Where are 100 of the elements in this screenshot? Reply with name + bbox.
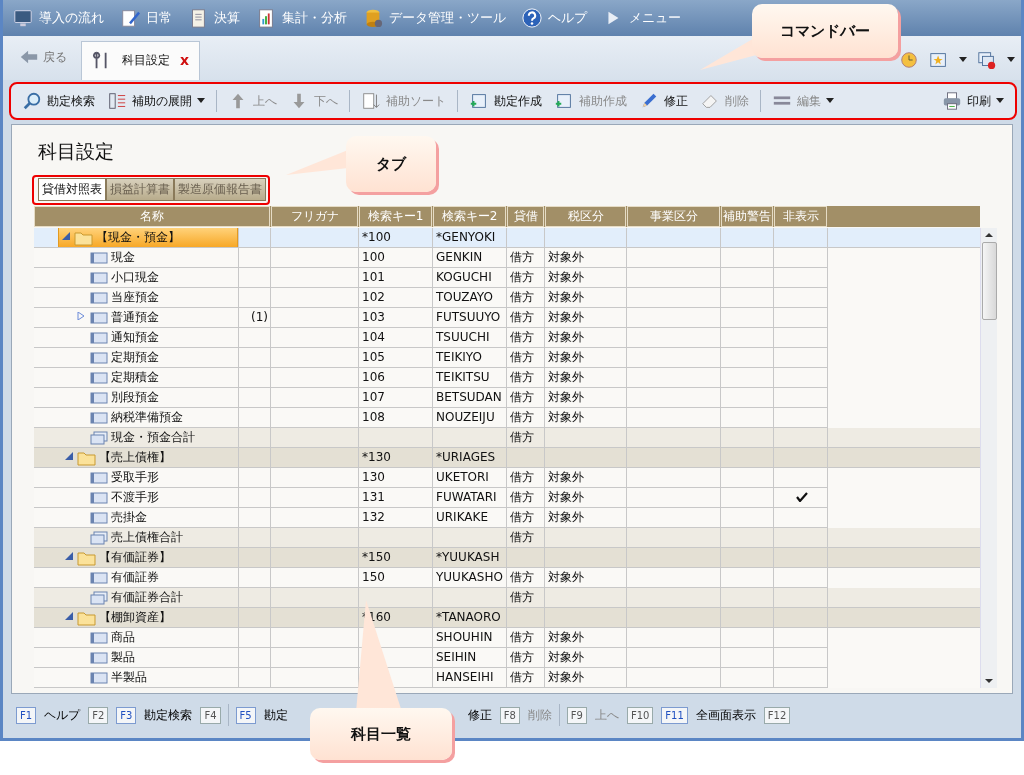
name-label[interactable]: 【棚卸資産】	[63, 608, 171, 627]
name-label[interactable]: 商品	[75, 628, 135, 647]
table-cell: TSUUCHI	[433, 328, 507, 348]
account-name: 通知預金	[111, 329, 159, 346]
sheet-tab[interactable]: 製造原価報告書	[174, 178, 266, 201]
table-cell: 150	[359, 568, 433, 588]
name-label[interactable]: 小口現金	[75, 268, 159, 287]
account-icon	[89, 650, 109, 665]
toolbar-button[interactable]: 勘定検索	[17, 89, 100, 113]
expanded-triangle-icon[interactable]	[65, 552, 73, 560]
table-cell	[721, 668, 774, 688]
account-name: 【棚卸資産】	[99, 609, 171, 626]
name-label[interactable]: 売上債権合計	[75, 528, 183, 547]
selected-row-highlight[interactable]: 【現金・預金】	[58, 228, 238, 247]
table-cell	[774, 428, 828, 448]
sheet-tab[interactable]: 損益計算書	[106, 178, 174, 201]
caret-icon[interactable]	[1007, 57, 1015, 63]
table-cell: 対象外	[545, 648, 627, 668]
table-cell: *130	[359, 448, 433, 468]
table-cell: 借方	[507, 308, 545, 328]
collapsed-triangle-icon[interactable]	[77, 312, 85, 320]
account-name: 有価証券	[111, 569, 159, 586]
name-label[interactable]: 製品	[75, 648, 135, 667]
callout-pointer	[284, 150, 348, 176]
printer-icon	[942, 91, 962, 111]
function-key[interactable]: F1 ヘルプ	[15, 706, 82, 724]
name-label[interactable]: 現金	[75, 248, 135, 267]
monitor-icon	[13, 8, 33, 28]
search-icon	[22, 91, 42, 111]
table-cell: SHOUHIN	[433, 628, 507, 648]
table-cell: 対象外	[545, 248, 627, 268]
table-cell	[721, 548, 774, 568]
name-label[interactable]: 不渡手形	[75, 488, 159, 507]
account-name: 別段預金	[111, 389, 159, 406]
table-cell	[721, 588, 774, 608]
table-cell: *URIAGES	[433, 448, 507, 468]
account-name: 売掛金	[111, 509, 147, 526]
table-cell: 対象外	[545, 348, 627, 368]
caret-icon[interactable]	[959, 57, 967, 63]
scrollbar[interactable]	[980, 228, 997, 688]
table-cell: 対象外	[545, 388, 627, 408]
account-icon	[89, 330, 109, 345]
name-label[interactable]: 通知預金	[75, 328, 159, 347]
name-label[interactable]: 【有価証券】	[63, 548, 171, 567]
account-name: 【有価証券】	[99, 549, 171, 566]
table-cell: *YUUKASH	[433, 548, 507, 568]
name-label[interactable]: 普通預金	[75, 308, 159, 327]
table-cell: (1)	[239, 308, 271, 328]
name-label[interactable]: 定期預金	[75, 348, 159, 367]
account-name: 現金・預金合計	[111, 429, 195, 446]
sheet-tab[interactable]: 貸借対照表	[38, 178, 106, 201]
function-key[interactable]: F11 全画面表示	[660, 706, 757, 724]
toolbar-button[interactable]: 修正	[634, 89, 693, 113]
function-key[interactable]: F5 勘定	[234, 706, 289, 724]
name-label[interactable]: 【売上債権】	[63, 448, 171, 467]
table-cell: 104	[359, 328, 433, 348]
table-cell	[721, 328, 774, 348]
back-button[interactable]: 戻る	[13, 46, 73, 68]
table-cell: 借方	[507, 268, 545, 288]
account-name: 定期預金	[111, 349, 159, 366]
name-label[interactable]: 受取手形	[75, 468, 159, 487]
account-icon	[89, 310, 109, 325]
function-key[interactable]: F3 勘定検索	[115, 706, 194, 724]
table-cell: 借方	[507, 388, 545, 408]
table-cell: 対象外	[545, 508, 627, 528]
toolbar-button[interactable]: 勘定作成	[464, 89, 547, 113]
table-cell	[774, 548, 828, 568]
name-label[interactable]: 半製品	[75, 668, 147, 687]
table-cell: 借方	[507, 408, 545, 428]
table-cell	[721, 348, 774, 368]
name-label[interactable]: 売掛金	[75, 508, 147, 527]
callout: コマンドバー	[752, 4, 898, 58]
table-cell	[721, 248, 774, 268]
name-label[interactable]: 別段預金	[75, 388, 159, 407]
scroll-thumb[interactable]	[981, 242, 997, 320]
table-cell	[774, 588, 828, 608]
toolbar-dropdown[interactable]: 補助の展開	[102, 89, 210, 113]
document-tab[interactable]: 科目設定 x	[81, 41, 201, 80]
name-label[interactable]: 有価証券合計	[75, 588, 183, 607]
account-name: 小口現金	[111, 269, 159, 286]
account-name: 普通預金	[111, 309, 159, 326]
function-key[interactable]: 修正	[466, 706, 493, 724]
caret-icon[interactable]	[996, 98, 1004, 104]
help-icon	[522, 8, 542, 28]
table-cell: YUUKASHO	[433, 568, 507, 588]
stacked-pages-icon	[89, 590, 109, 605]
name-label[interactable]: 定期積金	[75, 368, 159, 387]
expanded-triangle-icon[interactable]	[62, 232, 71, 240]
caret-icon[interactable]	[197, 98, 205, 104]
name-label[interactable]: 納税準備預金	[75, 408, 183, 427]
close-icon[interactable]: x	[180, 52, 190, 68]
name-label[interactable]: 現金・預金合計	[75, 428, 195, 447]
expanded-triangle-icon[interactable]	[65, 452, 73, 460]
toolbar-dropdown[interactable]: 印刷	[937, 89, 1009, 113]
name-label[interactable]: 当座預金	[75, 288, 159, 307]
table-cell	[774, 608, 828, 628]
name-label[interactable]: 有価証券	[75, 568, 159, 587]
account-icon	[89, 510, 109, 525]
expanded-triangle-icon[interactable]	[65, 612, 73, 620]
table-cell: 対象外	[545, 628, 627, 648]
